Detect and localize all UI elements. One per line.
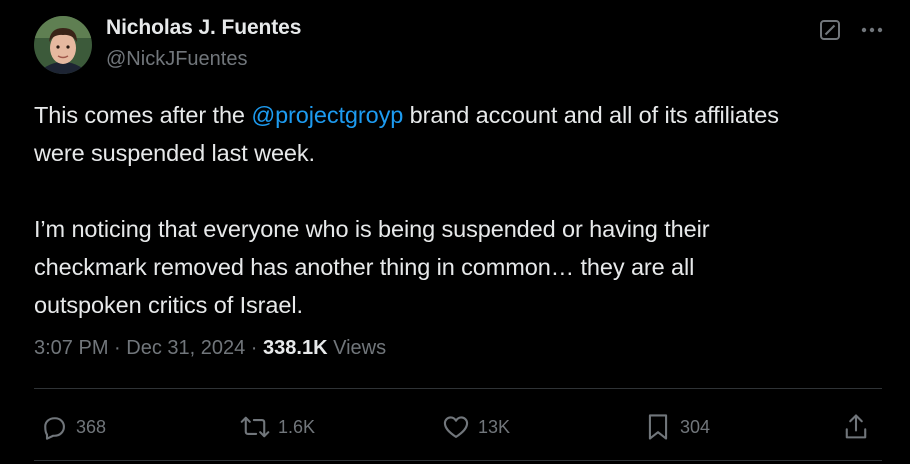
text-segment: This comes after the [34,102,252,128]
text-line: outspoken critics of Israel. [34,292,303,318]
share-icon [842,412,870,442]
reply-count: 368 [76,416,107,437]
text-segment: brand account and all of its affiliates [403,102,779,128]
tweet-text: This comes after the @projectgroyp brand… [34,96,894,324]
text-line: I’m noticing that everyone who is being … [34,216,710,242]
avatar[interactable] [34,16,92,74]
reply-icon [40,413,68,441]
author-name[interactable]: Nicholas J. Fuentes [106,16,301,40]
repost-button[interactable]: 1.6K [240,405,315,449]
mention-link[interactable]: @projectgroyp [251,102,403,128]
views-count[interactable]: 338.1K [263,337,328,359]
tweet-meta: 3:07 PM · Dec 31, 2024 · 338.1K Views [34,337,386,360]
bookmark-icon [644,412,672,442]
separator: · [108,337,127,359]
divider [34,388,882,389]
action-bar: 368 1.6K 13K 304 [0,405,910,449]
text-line: were suspended last week. [34,140,315,166]
bookmark-button[interactable]: 304 [644,405,710,449]
repost-icon [240,413,270,441]
grok-icon[interactable] [818,18,842,42]
bookmark-count: 304 [680,416,711,437]
repost-count: 1.6K [278,416,316,437]
separator: · [245,337,264,359]
heart-icon [442,413,470,441]
share-button[interactable] [842,405,870,449]
reply-button[interactable]: 368 [40,405,106,449]
tweet: Nicholas J. Fuentes @NickJFuentes This c… [0,0,910,464]
text-line: checkmark removed has another thing in c… [34,254,695,280]
author-handle[interactable]: @NickJFuentes [106,48,247,71]
bottom-divider [34,460,882,461]
like-button[interactable]: 13K [442,405,510,449]
timestamp-date[interactable]: Dec 31, 2024 [126,337,245,359]
text-line: This comes after the @projectgroyp brand… [34,96,894,134]
like-count: 13K [478,416,511,437]
timestamp-time[interactable]: 3:07 PM [34,337,108,359]
more-dots-icon[interactable] [858,16,886,44]
views-label: Views [327,337,387,359]
